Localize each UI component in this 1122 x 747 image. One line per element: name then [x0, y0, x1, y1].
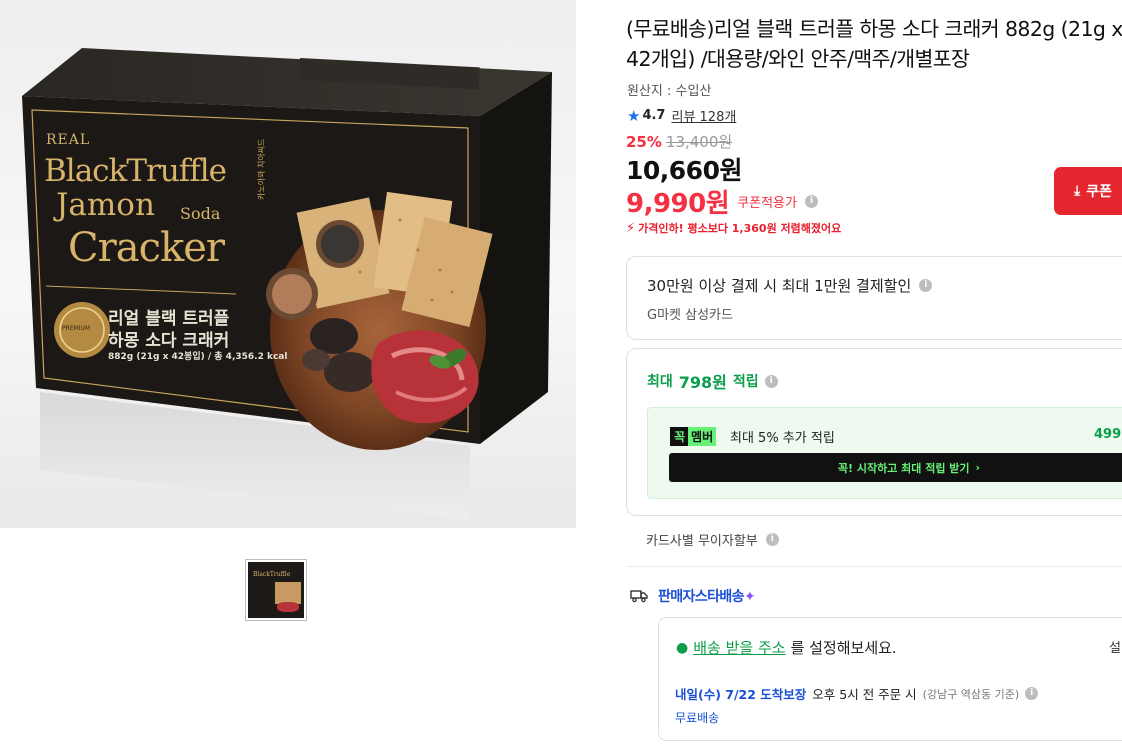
member-badge-part-1: 꼭	[670, 427, 689, 446]
info-icon[interactable]: i	[919, 279, 933, 292]
member-badge: 꼭 멤버	[670, 427, 717, 446]
installment-label: 카드사별 무이자할부	[646, 534, 758, 549]
member-benefit-value: 499	[1094, 427, 1122, 442]
sale-price: 10,660원	[626, 156, 742, 185]
thumbnail-box-label: BlackTruffle	[253, 571, 291, 578]
member-join-button[interactable]: 꼭! 시작하고 최대 적립 받기 ›	[669, 453, 1122, 482]
member-join-label: 꼭! 시작하고 최대 적립 받기	[837, 461, 970, 475]
card-discount-subtitle: G마켓 삼성카드	[647, 308, 733, 323]
card-discount-box[interactable]: 30만원 이상 결제 시 최대 1만원 결제할인 i G마켓 삼성카드	[626, 256, 1122, 340]
points-prefix: 최대	[647, 374, 673, 390]
member-benefit-text: 최대 5% 추가 적립	[730, 431, 835, 446]
star-icon: ★	[627, 106, 641, 125]
divider	[626, 566, 1122, 567]
address-suffix: 를 설정해보세요.	[790, 639, 897, 657]
rating-row: ★ 4.7 리뷰 128개	[627, 106, 736, 126]
shipping-header: 판매자스타배송✦	[630, 586, 756, 606]
premium-badge-label: PREMIUM	[62, 325, 91, 332]
cutoff-note: (강남구 역삼동 기준)	[922, 687, 1020, 701]
product-thumbnail[interactable]: BlackTruffle	[245, 559, 307, 621]
truck-icon	[630, 590, 648, 603]
member-badge-part-2: 멤버	[688, 427, 717, 446]
box-real-label: REAL	[46, 132, 91, 148]
box-side-label: 카노아와 치아씨드	[257, 138, 266, 200]
rating-score: 4.7	[642, 108, 666, 123]
original-price: 13,400원	[665, 133, 733, 151]
chevron-right-icon: ›	[975, 461, 981, 474]
discount-row: 25% 13,400원	[626, 131, 732, 152]
info-icon[interactable]: i	[1025, 687, 1039, 700]
card-discount-title: 30만원 이상 결제 시 최대 1만원 결제할인	[647, 277, 912, 295]
star-delivery-seller: 판매자	[658, 589, 695, 605]
info-icon[interactable]: i	[804, 195, 818, 208]
thumbnail-cracker	[275, 582, 301, 604]
address-row: ● 배송 받을 주소 를 설정해보세요.	[676, 637, 897, 658]
thumbnail-ham	[277, 602, 299, 612]
delivery-box: ● 배송 받을 주소 를 설정해보세요. 설 내일(수) 7/22 도착보장 오…	[658, 617, 1122, 741]
star-delivery-name: 스타배송	[694, 589, 745, 605]
card-discount-title-row: 30만원 이상 결제 시 최대 1만원 결제할인 i	[647, 275, 933, 296]
price-drop-text: 가격인하! 평소보다 1,360원 저렴해졌어요	[638, 222, 842, 235]
sparkle-icon: ✦	[743, 589, 756, 605]
delivery-date: 내일(수) 7/22 도착보장	[675, 687, 807, 702]
location-pin-icon: ●	[676, 639, 689, 656]
coupon-price: 9,990원	[626, 189, 730, 219]
origin-label: 원산지 : 수입산	[627, 84, 712, 99]
order-cutoff: 오후 5시 전 주문 시	[812, 687, 917, 702]
box-soda-label: Soda	[180, 204, 221, 223]
box-jamon-label: Jamon	[56, 187, 155, 223]
address-set-button[interactable]: 설	[1109, 637, 1121, 656]
coupon-label: 쿠폰적용가	[737, 196, 797, 211]
coupon-price-row: 9,990원 쿠폰적용가 i	[626, 183, 818, 220]
price-drop-note: ⚡ 가격인하! 평소보다 1,360원 저렴해졌어요	[626, 220, 841, 236]
product-main-image: REAL BlackTruffle Jamon Soda Cracker 리얼 …	[0, 0, 576, 528]
download-icon: ⤓	[1074, 183, 1081, 199]
coupon-button-label: 쿠폰	[1086, 184, 1112, 200]
points-amount: 798원	[678, 373, 727, 392]
points-suffix: 적립	[732, 374, 759, 390]
box-black-truffle-label: BlackTruffle	[44, 153, 227, 189]
address-link[interactable]: 배송 받을 주소	[693, 637, 785, 658]
box-cracker-label: Cracker	[68, 225, 225, 271]
points-box: 최대 798원 적립 i 꼭 멤버 최대 5% 추가 적립 499 꼭! 시작하…	[626, 348, 1122, 516]
shipping-fee: 무료배송	[675, 711, 720, 725]
review-link[interactable]: 리뷰 128개	[671, 106, 736, 125]
installment-row[interactable]: 카드사별 무이자할부 i	[646, 530, 779, 549]
delivery-info-row: 내일(수) 7/22 도착보장 오후 5시 전 주문 시 (강남구 역삼동 기준…	[675, 684, 1039, 703]
discount-rate: 25%	[626, 133, 662, 151]
points-title-row: 최대 798원 적립 i	[647, 369, 778, 393]
box-weight-label: 882g (21g x 42봉입) / 총 4,356.2 kcal	[108, 352, 288, 362]
coupon-download-button[interactable]: ⤓ 쿠폰	[1054, 167, 1122, 215]
star-delivery-logo: 판매자스타배송✦	[658, 586, 756, 606]
product-info-panel: (무료배송)리얼 블랙 트러플 하몽 소다 크래커 882g (21g x 42…	[626, 0, 1122, 747]
member-benefit-panel: 꼭 멤버 최대 5% 추가 적립 499 꼭! 시작하고 최대 적립 받기 ›	[647, 407, 1122, 499]
lightning-icon: ⚡	[626, 220, 636, 236]
info-icon[interactable]: i	[765, 533, 779, 546]
info-icon[interactable]: i	[764, 374, 778, 388]
box-kr-line-2: 하몽 소다 크래커	[108, 331, 230, 351]
product-title: (무료배송)리얼 블랙 트러플 하몽 소다 크래커 882g (21g x 42…	[626, 17, 1122, 71]
